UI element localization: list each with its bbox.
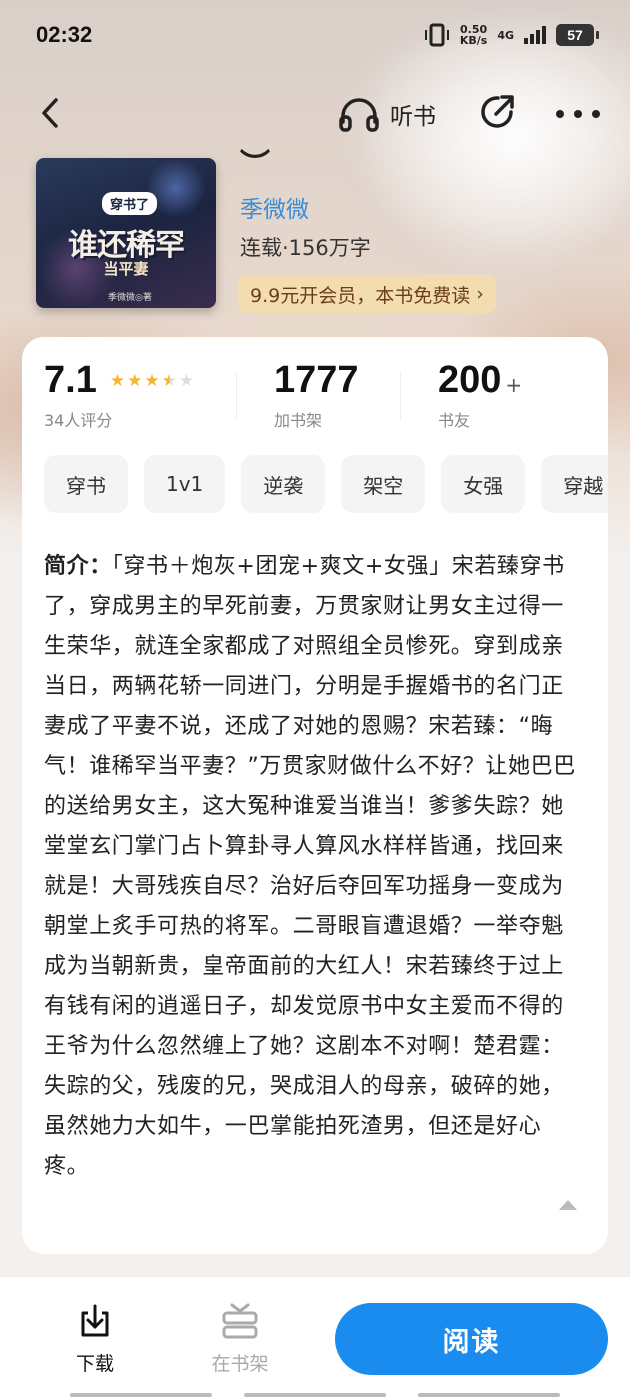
battery-icon: 57 bbox=[556, 24, 599, 46]
friends-stat[interactable]: 200 + 书友 bbox=[438, 359, 522, 431]
book-meta: 连载·156万字 bbox=[240, 236, 371, 260]
vibrate-icon bbox=[424, 23, 449, 47]
shelf-count: 1777 bbox=[274, 359, 359, 401]
tag-list: 穿书 1v1 逆袭 架空 女强 穿越 bbox=[44, 455, 608, 513]
network-speed: 0.50 KB/s bbox=[460, 24, 487, 46]
share-button[interactable] bbox=[478, 92, 518, 132]
collapse-icon[interactable] bbox=[558, 1199, 578, 1211]
tag-chip[interactable]: 1v1 bbox=[144, 455, 226, 513]
top-nav: 听书 bbox=[0, 80, 630, 146]
vip-banner-text: 9.9元开会员，本书免费读 bbox=[250, 284, 471, 307]
star-icon: ★ bbox=[161, 371, 177, 391]
on-shelf-button[interactable]: 在书架 bbox=[200, 1303, 280, 1376]
divider bbox=[236, 373, 237, 419]
shelf-stat: 1777 加书架 bbox=[274, 359, 359, 431]
nav-indicator bbox=[70, 1393, 212, 1397]
read-label: 阅读 bbox=[442, 1326, 501, 1358]
intro-text: 「穿书＋炮灰+团宠+爽文+女强」宋若臻穿书了，穿成男主的早死前妻，万贯家财让男女… bbox=[44, 554, 576, 1179]
network-type: 4G bbox=[497, 28, 514, 42]
book-cover[interactable]: 穿书了 谁还稀罕 当平妻 季微微◎著 bbox=[36, 158, 216, 308]
star-icon: ★ bbox=[178, 371, 195, 391]
tag-chip[interactable]: 女强 bbox=[441, 455, 526, 513]
shelf-label: 加书架 bbox=[274, 411, 323, 430]
dot-icon bbox=[574, 110, 582, 118]
cover-subtitle: 当平妻 bbox=[103, 260, 149, 278]
on-shelf-label: 在书架 bbox=[211, 1353, 269, 1375]
book-title-fragment: ︶ bbox=[240, 148, 270, 183]
battery-level: 57 bbox=[567, 27, 583, 43]
rating-label: 34人评分 bbox=[44, 411, 113, 430]
status-time: 02:32 bbox=[36, 22, 93, 47]
download-icon bbox=[81, 1304, 109, 1337]
friends-count: 200 bbox=[438, 359, 502, 401]
status-indicators: 0.50 KB/s 4G 57 bbox=[424, 23, 599, 47]
listen-label: 听书 bbox=[390, 104, 436, 130]
tag-chip[interactable]: 穿书 bbox=[44, 455, 128, 513]
rating-stars: ★ ★ ★ ★ ★ bbox=[110, 373, 194, 390]
read-button[interactable]: 阅读 bbox=[335, 1303, 608, 1375]
tag-chip[interactable]: 架空 bbox=[341, 455, 426, 513]
rating-value: 7.1 bbox=[44, 359, 97, 401]
star-icon: ★ bbox=[109, 371, 126, 391]
intro-label: 简介： bbox=[44, 554, 112, 579]
stats-row: 7.1 ★ ★ ★ ★ ★ 34人评分 1777 加书架 200 + 书友 bbox=[22, 359, 608, 439]
status-bar: 02:32 0.50 KB/s 4G 57 bbox=[0, 0, 630, 70]
author-link[interactable]: 季微微 bbox=[240, 190, 309, 224]
download-button[interactable]: 下载 bbox=[60, 1303, 130, 1376]
chevron-right-icon: › bbox=[476, 283, 484, 305]
star-icon: ★ bbox=[127, 371, 143, 391]
bookshelf-icon bbox=[222, 1303, 258, 1339]
cover-tag: 穿书了 bbox=[102, 192, 158, 215]
dot-icon bbox=[556, 110, 564, 118]
dot-icon bbox=[592, 110, 600, 118]
tag-chip[interactable]: 逆袭 bbox=[241, 455, 326, 513]
nav-indicator bbox=[244, 1393, 386, 1397]
friends-label: 书友 bbox=[438, 411, 471, 430]
chevron-left-icon bbox=[42, 98, 58, 128]
dragon-artwork bbox=[330, 40, 630, 300]
vip-banner[interactable]: 9.9元开会员，本书免费读 › bbox=[238, 275, 496, 313]
star-icon: ★ bbox=[144, 371, 160, 391]
book-intro: 简介：「穿书＋炮灰+团宠+爽文+女强」宋若臻穿书了，穿成男主的早死前妻，万贯家财… bbox=[44, 547, 584, 1187]
friends-plus: + bbox=[505, 373, 523, 397]
cover-author: 季微微◎著 bbox=[108, 293, 152, 303]
nav-indicator bbox=[418, 1393, 560, 1397]
bottom-action-bar: 下载 在书架 阅读 bbox=[0, 1276, 630, 1400]
share-icon bbox=[481, 95, 514, 128]
tag-chip[interactable]: 穿越 bbox=[541, 455, 608, 513]
more-options-button[interactable] bbox=[556, 94, 600, 134]
divider bbox=[400, 373, 401, 419]
back-button[interactable] bbox=[36, 94, 66, 132]
speed-unit: KB/s bbox=[459, 34, 488, 47]
listen-button[interactable]: 听书 bbox=[338, 94, 436, 134]
download-label: 下载 bbox=[75, 1353, 114, 1375]
headphones-icon bbox=[339, 98, 379, 132]
book-detail-card: 7.1 ★ ★ ★ ★ ★ 34人评分 1777 加书架 200 + 书友 穿书… bbox=[22, 337, 608, 1254]
signal-icon bbox=[524, 26, 546, 44]
rating-stat[interactable]: 7.1 ★ ★ ★ ★ ★ 34人评分 bbox=[44, 359, 194, 431]
